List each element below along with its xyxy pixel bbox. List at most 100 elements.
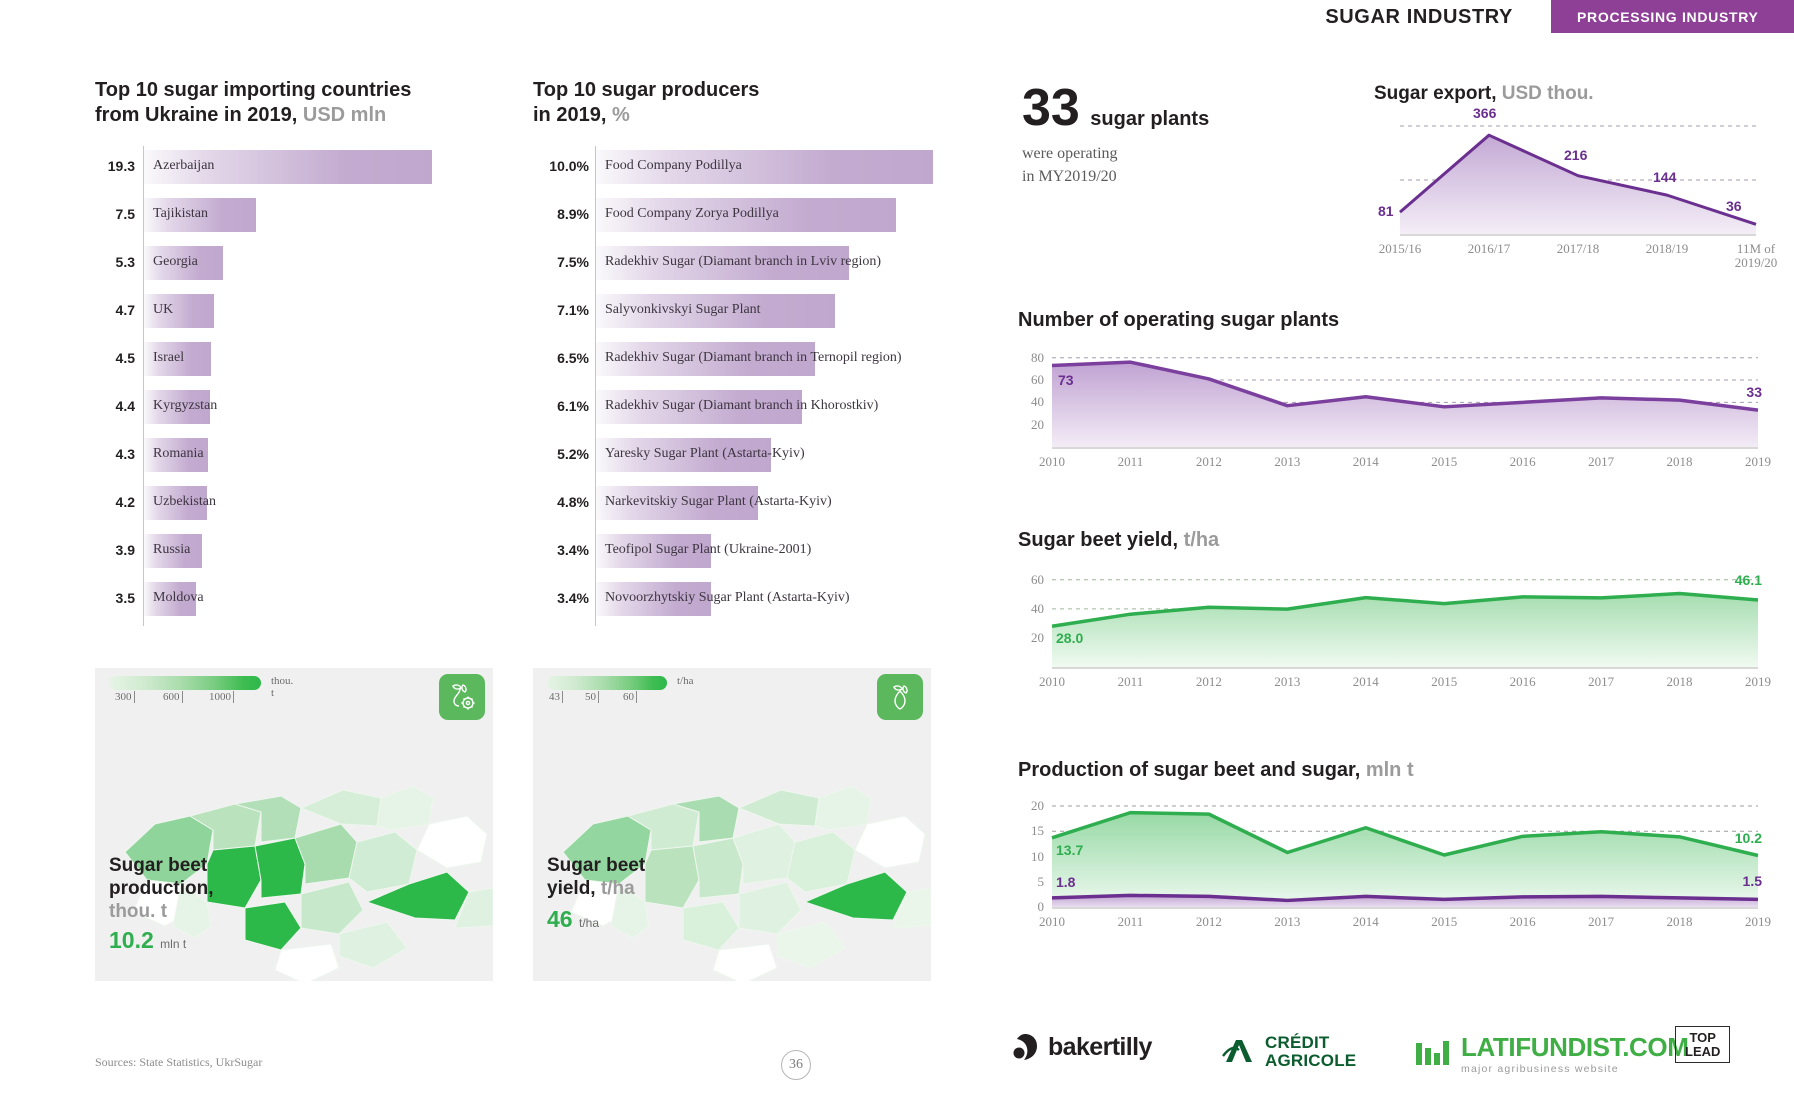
chart-x-tick: 2010 (1039, 914, 1065, 929)
logo-ca-line2: AGRICOLE (1265, 1050, 1357, 1070)
latifundist-mark-icon (1416, 1040, 1449, 1065)
legend-tick-2: 1000 (209, 691, 234, 703)
bar-list-track: UK (143, 290, 445, 338)
bar-list-row: 3.4% Novoorzhytskiy Sugar Plant (Astarta-… (533, 578, 933, 626)
bar-list-axis (595, 482, 596, 530)
bar-list-row: 7.1% Salyvonkivskyi Sugar Plant (533, 290, 933, 338)
logo-credit-agricole[interactable]: CRÉDIT AGRICOLE (1220, 1034, 1356, 1070)
bar-list-value: 4.8% (557, 494, 589, 510)
chart-y-tick: 20 (1031, 416, 1044, 432)
map-yield-caption: Sugar beet yield, t/ha 46 t/ha (547, 854, 645, 933)
chart-x-tick: 11M of 2019/20 (1734, 240, 1778, 271)
bar-list-track: Russia (143, 530, 445, 578)
bar-list-value: 3.5 (115, 590, 135, 606)
legend-unit-label: thou. t (271, 675, 294, 699)
bar-list-axis (143, 578, 144, 626)
bar-list-row: 8.9% Food Company Zorya Podillya (533, 194, 933, 242)
logo-toplead-line1: TOP (1689, 1030, 1716, 1045)
chart-x-tick: 2017/18 (1556, 240, 1600, 256)
operating-plants-subtext-line2: in MY2019/20 (1022, 168, 1117, 186)
bar-list-label: Yaresky Sugar Plant (Astarta-Kyiv) (605, 446, 805, 461)
bar-list-value: 7.5 (115, 206, 135, 222)
bar-list-label: Georgia (153, 254, 198, 269)
chart-beet-yield: Sugar beet yield, t/ha 60 40 20 2010 2011 201… (1018, 528, 1771, 693)
chart-x-tick: 2015 (1431, 454, 1458, 469)
chart-x-tick: 2018 (1666, 914, 1693, 929)
chart-x-tick: 2014 (1352, 674, 1379, 689)
bar-list-row: 10.0% Food Company Podillya (533, 146, 933, 194)
header-category-badge: PROCESSING INDUSTRY (1551, 0, 1794, 33)
legend-tick-0: 300 (115, 691, 135, 703)
credit-agricole-mark-icon (1222, 1039, 1252, 1062)
chart-sugar-export-title: Sugar export, USD thou. (1374, 82, 1764, 106)
bar-list-axis (143, 146, 144, 194)
top-producers-title-line2: in 2019, (533, 104, 607, 126)
map-yield-caption-unit: t/ha (600, 878, 635, 900)
map-production-legend: 300 600 1000 thou. t (109, 675, 293, 704)
chart-x-tick: 2015 (1431, 674, 1458, 689)
top-importers-title-line2: from Ukraine in 2019, (95, 104, 298, 126)
logo-latifundist-text: LATIFUNDIST.COM major agribusiness websi… (1461, 1032, 1689, 1075)
legend-tick-labels: 300 600 1000 (109, 690, 261, 704)
chart-x-tick: 2018 (1666, 674, 1693, 689)
chart-x-tick: 2012 (1195, 914, 1222, 929)
operating-plants-subtext: were operating in MY2019/20 (1022, 142, 1282, 188)
chart-point-label: 216 (1564, 147, 1588, 164)
bar-list-value: 3.4% (557, 542, 589, 558)
chart-sugar-export: Sugar export, USD thou. 2015/16 2016/17 20… (1374, 82, 1777, 270)
chart-operating-plants-title: Number of operating sugar plants (1018, 309, 1340, 331)
chart-sugar-export-plot: 2015/16 2016/17 2017/18 2018/19 11M of 2019/… (1374, 105, 1777, 270)
bar-list-axis (595, 386, 596, 434)
bar-list-row: 4.5 Israel (95, 338, 445, 386)
bar-list-value: 8.9% (557, 206, 589, 222)
bar-list-track: Azerbaijan (143, 146, 445, 194)
chart-x-tick: 2011 (1117, 454, 1144, 469)
bar-list-label: Kyrgyzstan (153, 398, 218, 413)
chart-x-tick: 2010 (1039, 454, 1065, 469)
chart-x-tick: 2015 (1431, 914, 1458, 929)
bar-list-track: Moldova (143, 578, 445, 626)
bar-list-value: 6.5% (557, 350, 589, 366)
chart-y-tick: 80 (1031, 349, 1044, 365)
map-card-sugar-beet-yield[interactable]: 43 50 60 t/ha Sugar beet yield, t/ha 46 … (533, 668, 931, 981)
bar-list-track: Teofipol Sugar Plant (Ukraine-2001) (595, 530, 933, 578)
bar-list-row: 4.8% Narkevitskiy Sugar Plant (Astarta-Ky… (533, 482, 933, 530)
map-card-sugar-beet-production[interactable]: 300 600 1000 thou. t Sugar beet producti… (95, 668, 493, 981)
page-header: SUGAR INDUSTRY PROCESSING INDUSTRY (0, 0, 1794, 38)
bar-list-row: 5.2% Yaresky Sugar Plant (Astarta-Kyiv) (533, 434, 933, 482)
bar-list-track: Romania (143, 434, 445, 482)
chart-x-tick: 2018 (1666, 454, 1693, 469)
bar-list-label: Romania (153, 446, 204, 461)
legend-unit-label: t/ha (677, 675, 694, 687)
chart-point-label: 1.8 (1056, 873, 1076, 890)
bar-list-axis (595, 194, 596, 242)
chart-x-tick: 2017 (1588, 674, 1615, 689)
bar-list-track: Food Company Zorya Podillya (595, 194, 933, 242)
chart-point-label: 1.5 (1742, 873, 1762, 890)
bar-list-row: 19.3 Azerbaijan (95, 146, 445, 194)
legend-gradient-bar (547, 676, 667, 690)
logo-bakertilly[interactable]: bakertilly (1010, 1032, 1152, 1062)
bar-list-value: 3.4% (557, 590, 589, 606)
logo-ca-line1: CRÉDIT (1265, 1033, 1330, 1052)
chart-operating-plants-plot: 80 60 40 20 2010 2011 2012 2013 2014 2015 2016 2017… (1018, 343, 1771, 473)
bar-list-label: Russia (153, 542, 191, 557)
chart-production-title-text: Production of sugar beet and sugar, (1018, 759, 1361, 781)
chart-point-label: 33 (1746, 384, 1762, 401)
map-yield-caption-line1: Sugar beet (547, 855, 646, 876)
chart-beet-yield-unit: t/ha (1183, 529, 1220, 551)
bar-list-track: Salyvonkivskyi Sugar Plant (595, 290, 933, 338)
logo-latifundist[interactable]: LATIFUNDIST.COM major agribusiness websi… (1415, 1032, 1689, 1075)
legend-tick-0: 43 (549, 691, 563, 703)
chart-point-label: 28.0 (1056, 630, 1084, 647)
chart-x-tick: 2017 (1588, 914, 1615, 929)
operating-plants-number: 33 (1022, 79, 1080, 137)
logo-toplead[interactable]: TOP LEAD (1675, 1026, 1731, 1064)
chart-production-plot: 20 15 10 5 0 2010 2011 2012 2013 2014 2015 2016 2017… (1018, 793, 1771, 933)
chart-point-label: 73 (1058, 371, 1074, 388)
bar-list-axis (143, 482, 144, 530)
top-producers-title: Top 10 sugar producers in 2019, % (533, 78, 933, 128)
bar-list-track: Radekhiv Sugar (Diamant branch in Lviv r… (595, 242, 933, 290)
bar-list-label: Food Company Zorya Podillya (605, 206, 779, 221)
bar-list-track: Kyrgyzstan (143, 386, 445, 434)
